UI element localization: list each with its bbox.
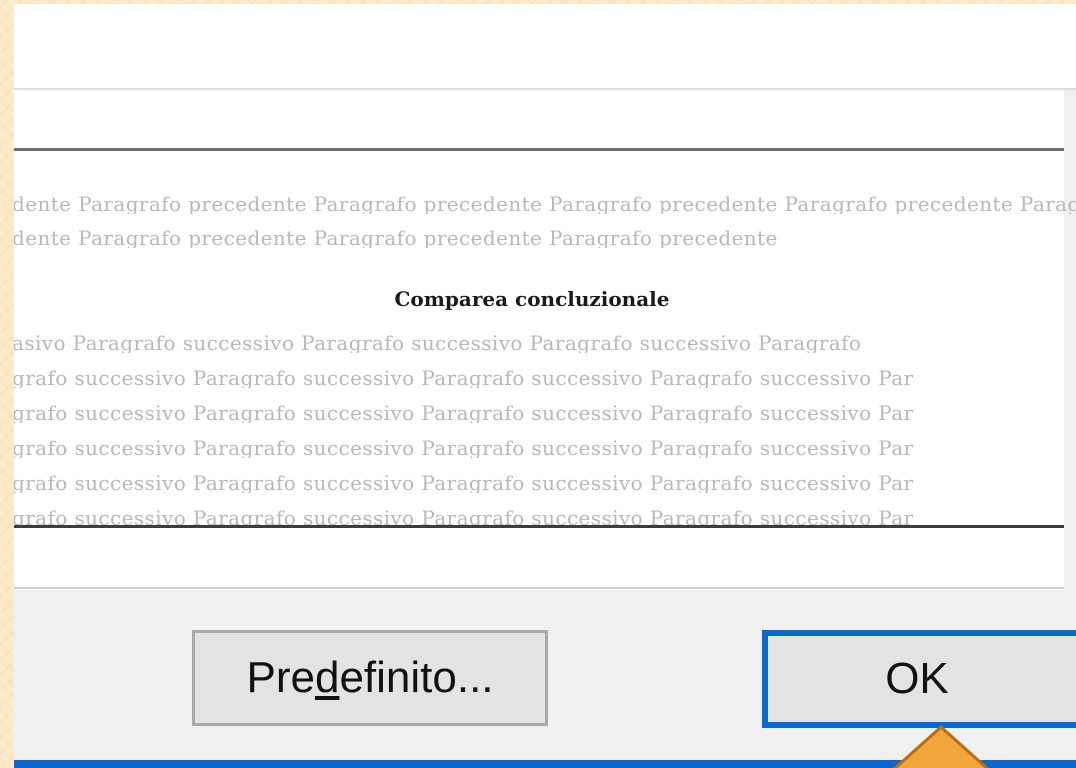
preview-top-border — [14, 148, 1064, 151]
preview-next-paragraph-line: grafo successivo Paragrafo successivo Pa… — [14, 438, 914, 458]
preview-next-paragraph-line: grafo successivo Paragrafo successivo Pa… — [14, 473, 914, 493]
triangle-pointer-icon — [892, 725, 990, 768]
set-default-button[interactable]: Pre d efinito... — [192, 630, 548, 726]
preview-next-paragraph-line: grafo successivo Paragrafo successivo Pa… — [14, 403, 914, 423]
dialog-top-area — [14, 4, 1076, 88]
set-default-label-end: efinito... — [339, 653, 494, 702]
ok-button[interactable]: OK — [762, 630, 1076, 728]
preview-previous-paragraph-line: dente Paragrafo precedente Paragrafo pre… — [14, 194, 1076, 214]
ok-button-label: OK — [885, 654, 949, 703]
preview-current-paragraph: Comparea concluzionale — [394, 287, 670, 311]
set-default-label-mnemonic: d — [314, 653, 340, 702]
set-default-label-start: Pre — [246, 653, 315, 702]
preview-pane: dente Paragrafo precedente Paragrafo pre… — [14, 90, 1076, 590]
preview-next-paragraph-line: grafo successivo Paragrafo successivo Pa… — [14, 368, 914, 388]
preview-bottom-border — [14, 525, 1064, 528]
preview-next-paragraph-line: asivo Paragrafo successivo Paragrafo suc… — [14, 333, 862, 353]
preview-previous-paragraph-line: dente Paragrafo precedente Paragrafo pre… — [14, 228, 778, 248]
paragraph-dialog: dente Paragrafo precedente Paragrafo pre… — [14, 4, 1076, 768]
preview-separator — [14, 587, 1064, 589]
preview-next-paragraph-line: grafo successivo Paragrafo successivo Pa… — [14, 508, 914, 525]
